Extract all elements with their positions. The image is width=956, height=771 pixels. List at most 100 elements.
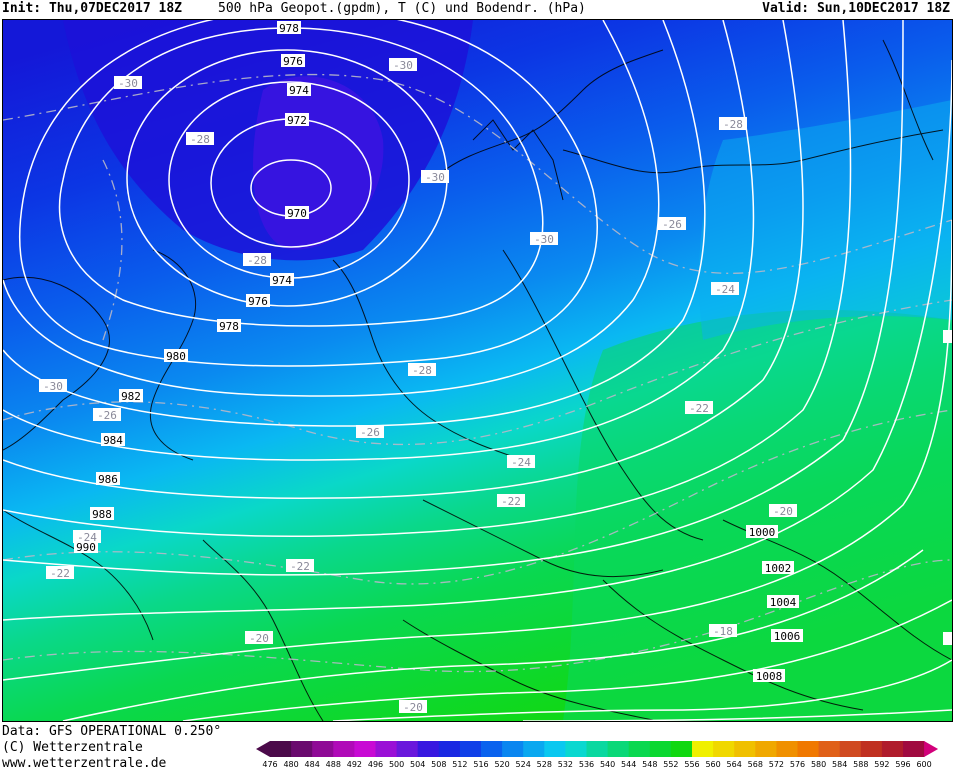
scale-arrow-right: [924, 741, 939, 757]
scale-tick-label: 544: [621, 760, 637, 769]
scale-cell: [565, 741, 587, 757]
scale-tick-label: 488: [325, 760, 341, 769]
svg-text:-30: -30: [393, 59, 413, 72]
scale-tick-label: 564: [726, 760, 742, 769]
svg-text:-24: -24: [715, 283, 735, 296]
isobar-label: 974: [287, 83, 311, 97]
temp-label: -22: [46, 566, 74, 580]
isobar-label: 978: [277, 21, 301, 35]
temp-label: -26: [658, 217, 686, 231]
website-link[interactable]: www.wetterzentrale.de: [2, 756, 166, 771]
isobar-label: 972: [285, 113, 309, 127]
data-source: Data: GFS OPERATIONAL 0.250°: [2, 724, 222, 739]
valid-time: Valid: Sun,10DEC2017 18Z: [762, 1, 950, 16]
scale-cell: [860, 741, 883, 757]
color-scale: [256, 741, 939, 757]
chart-header: Init: Thu,07DEC2017 18Z 500 hPa Geopot.(…: [0, 0, 956, 18]
scale-cell: [438, 741, 461, 757]
temp-label: -28: [186, 132, 214, 146]
scale-tick-label: 524: [515, 760, 531, 769]
scale-cell: [649, 741, 672, 757]
temp-label: -30: [421, 170, 449, 184]
isobar-label: 982: [119, 389, 143, 403]
scale-tick-label: 512: [452, 760, 468, 769]
scale-tick-label: 548: [642, 760, 658, 769]
scale-tick-label: 540: [599, 760, 616, 769]
svg-text:-22: -22: [689, 402, 709, 415]
scale-tick-label: 480: [283, 760, 299, 769]
scale-cell: [797, 741, 820, 757]
isobar-label: 986: [96, 472, 120, 486]
temp-label: -22: [497, 494, 525, 508]
svg-text:-26: -26: [360, 426, 380, 439]
svg-text:976: 976: [248, 295, 268, 308]
scale-tick-label: 492: [346, 760, 363, 769]
scale-tick-label: 552: [663, 760, 679, 769]
svg-text:-20: -20: [403, 701, 423, 714]
scale-tick-label: 536: [578, 760, 595, 769]
svg-text:-30: -30: [43, 380, 63, 393]
scale-tick-label: 568: [747, 760, 763, 769]
scale-tick-label: 528: [536, 760, 552, 769]
isobar-label: 1004: [767, 595, 799, 609]
scale-tick-label: 576: [789, 760, 806, 769]
scale-cell: [734, 741, 756, 757]
svg-text:-22: -22: [501, 495, 521, 508]
scale-tick-label: 556: [684, 760, 700, 769]
svg-text:976: 976: [283, 55, 303, 68]
scale-tick-label: 600: [916, 760, 932, 769]
scale-tick-label: 532: [557, 760, 574, 769]
scale-cell: [354, 741, 376, 757]
temp-label: -28: [243, 253, 271, 267]
isobar-label: 1006: [771, 629, 803, 643]
temp-label: -20: [399, 700, 427, 714]
scale-tick-label: 580: [810, 760, 827, 769]
scale-cell: [459, 741, 482, 757]
svg-text:984: 984: [103, 434, 123, 447]
svg-text:1000: 1000: [749, 526, 776, 539]
temp-label: -30: [530, 232, 558, 246]
isobar-label: 980: [164, 349, 188, 363]
scale-cell: [881, 741, 904, 757]
svg-text:1008: 1008: [756, 670, 783, 683]
svg-text:-24: -24: [511, 456, 531, 469]
temp-label: -26: [93, 408, 121, 422]
scale-cell: [312, 741, 334, 757]
temp-label: -30: [114, 76, 142, 90]
scale-arrow-left: [256, 741, 270, 757]
isobar-label: 978: [217, 319, 241, 333]
scale-tick-label: 484: [304, 760, 320, 769]
scale-tick-label: 584: [832, 760, 848, 769]
isobar-label: 974: [270, 273, 294, 287]
svg-text:-30: -30: [534, 233, 554, 246]
svg-text:-20: -20: [773, 505, 793, 518]
scale-cell: [692, 741, 714, 757]
scale-tick-label: 500: [388, 760, 405, 769]
scale-cell: [396, 741, 419, 757]
isobar-label: 976: [246, 294, 270, 308]
svg-text:972: 972: [287, 114, 307, 127]
temp-label: -24: [73, 530, 101, 544]
scale-cell: [375, 741, 398, 757]
svg-text:-28: -28: [247, 254, 267, 267]
svg-text:982: 982: [121, 390, 141, 403]
svg-text:-18: -18: [713, 625, 733, 638]
scale-cell: [755, 741, 777, 757]
temp-label: -24: [507, 455, 535, 469]
temp-label: [943, 632, 952, 645]
scale-tick-label: 504: [410, 760, 426, 769]
svg-text:978: 978: [279, 22, 299, 35]
temp-label: -20: [769, 504, 797, 518]
parameter-title: 500 hPa Geopot.(gpdm), T (C) und Bodendr…: [218, 1, 586, 16]
svg-text:-20: -20: [249, 632, 269, 645]
isobar-label: 1002: [762, 561, 794, 575]
scale-tick-label: 508: [431, 760, 447, 769]
scale-cell: [713, 741, 735, 757]
scale-tick-label: 596: [895, 760, 911, 769]
scale-cell: [481, 741, 503, 757]
scale-tick-label: 560: [705, 760, 721, 769]
map-canvas: 978 976 974 972 970 974 976 978 980 982 …: [3, 20, 952, 721]
scale-cell: [291, 741, 313, 757]
temp-label: -24: [711, 282, 739, 296]
scale-cell: [628, 741, 651, 757]
